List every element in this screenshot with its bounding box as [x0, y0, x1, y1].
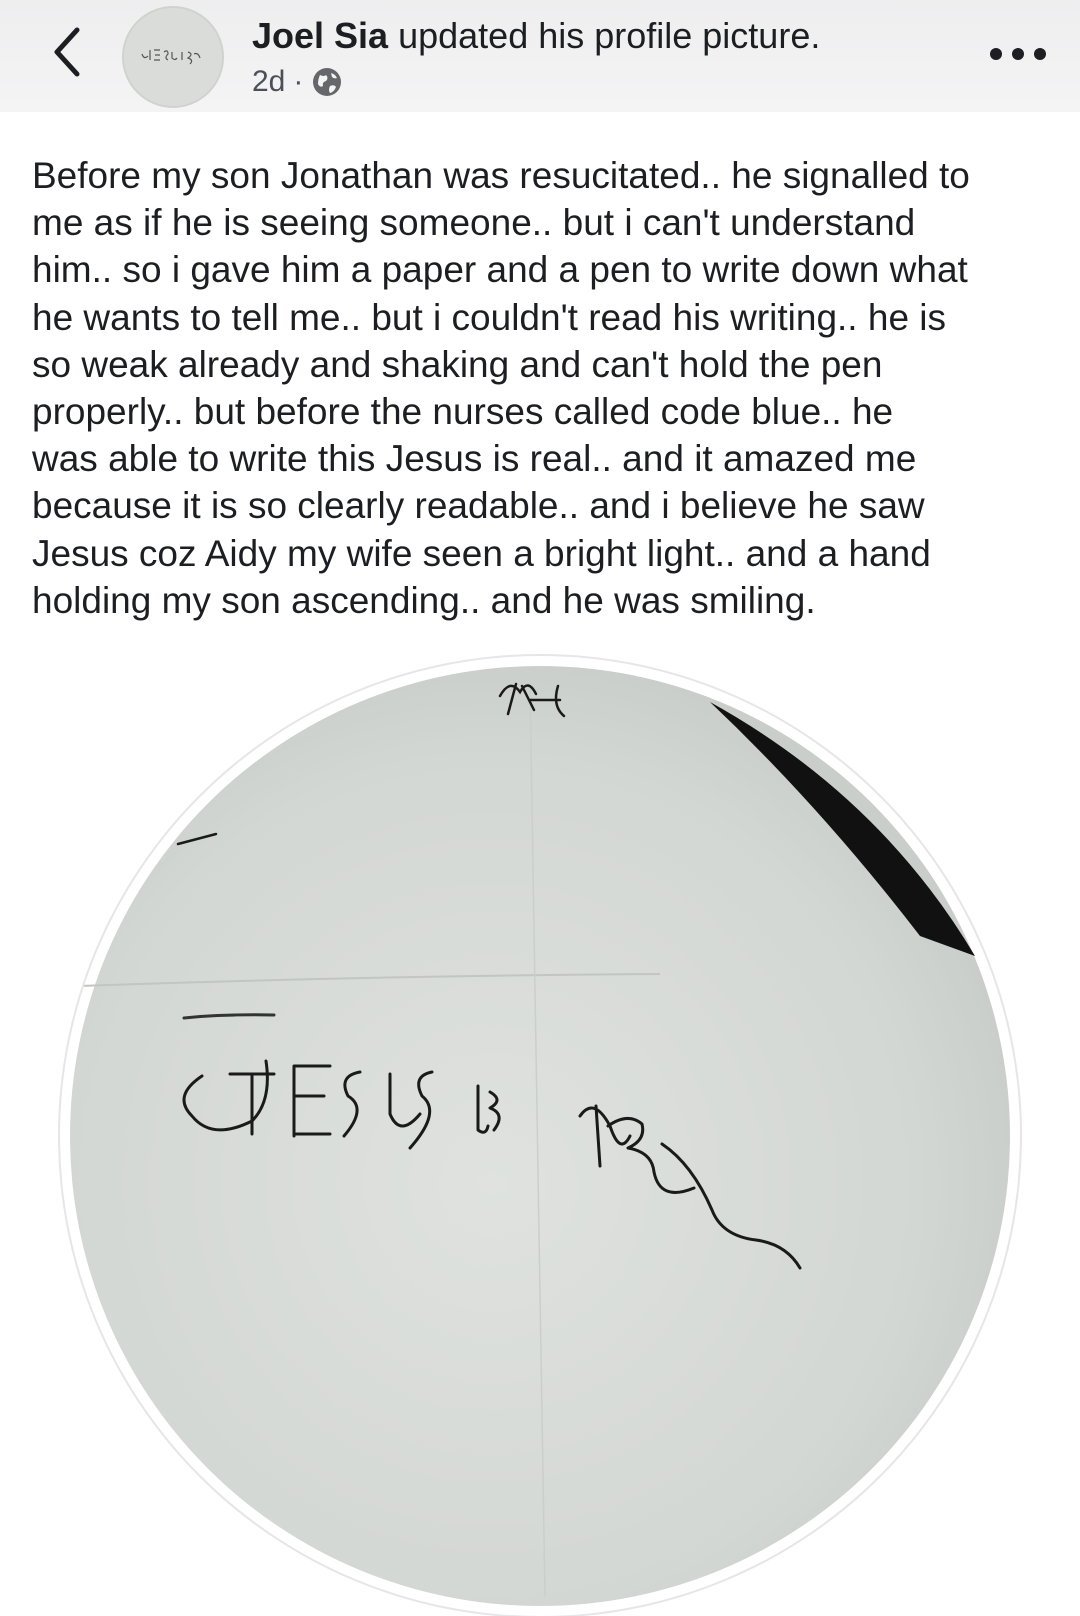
post-text-line: Before my son Jonathan was resucitated..… [32, 155, 970, 196]
post-text-line: Jesus coz Aidy my wife seen a bright lig… [32, 532, 931, 574]
post-text-line: him.. so i gave him a paper and a pen to… [32, 249, 968, 291]
globe-icon [313, 68, 342, 96]
post-text-line: holding my son ascending.. and he was sm… [32, 579, 816, 621]
post-text-line: he wants to tell me.. but i couldn't rea… [32, 296, 947, 338]
chevron-left-icon [54, 27, 80, 77]
more-horizontal-icon [990, 48, 1046, 60]
post-text-line: was able to write this Jesus is real.. a… [32, 438, 917, 480]
post-text-line: because it is so clearly readable.. and … [32, 485, 925, 527]
avatar[interactable] [122, 6, 224, 108]
post-time[interactable]: 2d [252, 62, 285, 102]
back-button[interactable] [36, 22, 96, 82]
post-text-line: so weak already and shaking and can't ho… [32, 343, 883, 385]
post-meta: 2d · [252, 62, 343, 102]
post-text-line: me as if he is seeing someone.. but i ca… [32, 202, 916, 244]
post-text-line: properly.. but before the nurses called … [32, 391, 894, 433]
post-body: Before my son Jonathan was resucitated..… [32, 152, 1062, 624]
post-title: Joel Sia updated his profile picture. [252, 14, 820, 58]
handwritten-note-image [70, 666, 1010, 1606]
action-text: updated his profile picture. [388, 15, 821, 56]
more-options-button[interactable] [980, 34, 1056, 74]
meta-separator: · [293, 65, 304, 98]
avatar-handwriting-image [124, 8, 222, 106]
post-header: Joel Sia updated his profile picture. 2d… [0, 0, 1080, 112]
profile-picture-photo[interactable] [60, 656, 1020, 1616]
author-name[interactable]: Joel Sia [252, 15, 388, 56]
